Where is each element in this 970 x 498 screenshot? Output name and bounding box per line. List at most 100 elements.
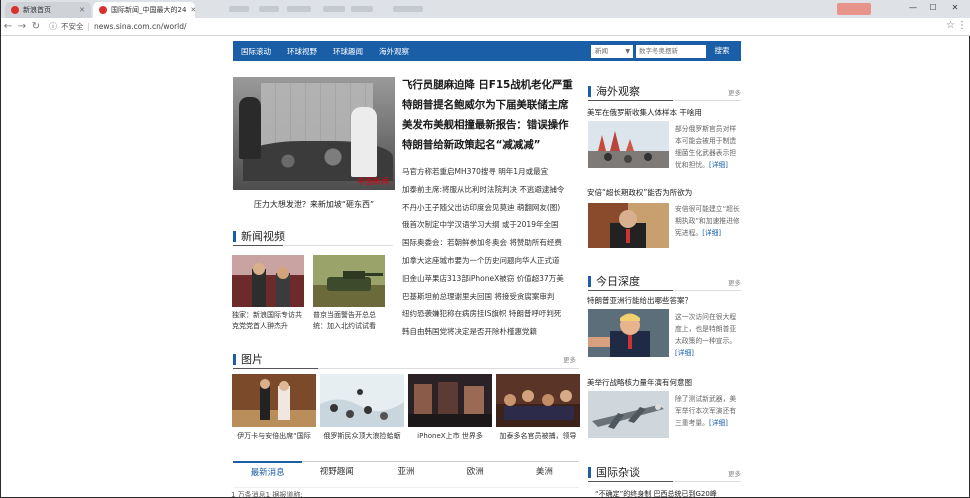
tab-sina-home[interactable]: 新浪首页 ✕ <box>5 2 91 18</box>
picture-thumbnail <box>408 374 492 427</box>
news-list-item[interactable]: 马官方称若重启MH370搜寻 明年1月或最宜 <box>402 163 582 181</box>
overseas-card[interactable]: 美军在俄罗斯收集人体样本 干啥用 部分俄罗斯官员对样本可能会被用于制造细菌生化武… <box>587 107 742 187</box>
blurred-tab[interactable] <box>259 6 279 12</box>
news-list-item[interactable]: 俄首次制定中学汉语学习大纲 或于2019年全国 <box>402 216 582 234</box>
tab-americas[interactable]: 美洲 <box>510 462 579 483</box>
picture-thumbnail <box>232 374 316 427</box>
tab-asia[interactable]: 亚洲 <box>371 462 440 483</box>
tab-latest[interactable]: 最新消息 <box>233 461 303 483</box>
blurred-tab[interactable] <box>323 6 345 12</box>
search-input[interactable] <box>636 45 706 58</box>
detail-link[interactable]: [详细] <box>709 419 728 427</box>
divider-accent <box>588 481 673 482</box>
news-list-item[interactable]: 国际奥委会：若朝鲜参加冬奥会 将赞助所有经费 <box>402 234 582 252</box>
divider-accent <box>588 290 673 291</box>
card-title[interactable]: 美军在俄罗斯收集人体样本 干啥用 <box>587 107 742 118</box>
more-link[interactable]: 更多 <box>728 277 741 287</box>
picture-thumbnail <box>496 374 580 427</box>
nav-item-overseas-watch[interactable]: 海外观察 <box>379 46 409 57</box>
search-button[interactable]: 搜索 <box>707 43 737 59</box>
more-link[interactable]: 更多 <box>728 87 741 97</box>
nav-item-global-view[interactable]: 环球视野 <box>287 46 317 57</box>
maximize-icon[interactable]: ☐ <box>925 2 941 14</box>
card-title[interactable]: 特朗普亚洲行能给出哪些答案？ <box>587 295 742 306</box>
video-section-header: 新闻视频 <box>233 228 285 244</box>
headline-item[interactable]: 飞行员腿麻迫降 日F15战机老化严重 <box>402 75 582 95</box>
card-thumbnail-image <box>588 121 669 168</box>
picture-caption[interactable]: 俄罗斯民众顶大浪捡蛤蛎 <box>320 431 404 441</box>
section-marker <box>588 275 591 287</box>
tab-world-news[interactable]: 国际新闻_中国最大的24 ✕ <box>93 2 195 18</box>
card-thumbnail[interactable] <box>588 391 669 438</box>
picture-card[interactable]: 伊万卡与安倍出席“国际 <box>232 374 316 441</box>
blurred-tab[interactable] <box>393 6 423 12</box>
card-thumbnail[interactable] <box>588 203 669 248</box>
forward-icon[interactable]: → <box>15 21 29 32</box>
overseas-card[interactable]: 安倍“超长期政权”能否为所欲为 安倍很可能建立“超长期执政”和加速推进修宪进程。… <box>587 187 742 267</box>
blurred-tab[interactable] <box>351 6 373 12</box>
menu-icon[interactable]: ⋮ <box>957 20 967 31</box>
headline-item[interactable]: 特朗普给新政策起名“减减减” <box>402 135 582 155</box>
detail-link[interactable]: [详细] <box>675 349 694 357</box>
security-label: 不安全 <box>61 22 84 31</box>
nav-item-international-scroll[interactable]: 国际滚动 <box>241 46 271 57</box>
picture-caption[interactable]: iPhoneX上市 世界多 <box>408 431 492 441</box>
more-link[interactable]: 更多 <box>563 354 576 364</box>
back-icon[interactable]: ← <box>1 21 15 32</box>
card-title[interactable]: 安倍“超长期政权”能否为所欲为 <box>587 187 742 198</box>
news-list-item[interactable]: 旧金山苹果店313部iPhoneX被窃 价值超37万美 <box>402 270 582 288</box>
blurred-tab[interactable] <box>229 6 249 12</box>
section-title: 今日深度 <box>596 275 640 288</box>
news-list-item[interactable]: 加拿大这座城市要为一个历史问题向华人正式道 <box>402 252 582 270</box>
user-profile-badge[interactable] <box>837 3 871 15</box>
card-thumbnail[interactable] <box>588 121 669 168</box>
news-list-item[interactable]: 加泰前主席:将服从比利时法院判决 不逃避逮捕令 <box>402 181 582 199</box>
picture-card[interactable]: 加泰多名官员被捕，领导 <box>496 374 580 441</box>
depth-card[interactable]: 美举行战略核力量年演有何意图 除了测试新武器，美军举行本次军演还有三重考量。[详… <box>587 377 742 457</box>
tab-europe[interactable]: 欧洲 <box>441 462 510 483</box>
info-icon[interactable]: ⓘ <box>49 21 57 32</box>
close-icon[interactable]: ✕ <box>186 6 195 14</box>
video-card[interactable]: 独家：新浪国际专访共克党党首人翀杰升 <box>232 255 304 332</box>
misc-first-item[interactable]: “不确定”的终身制 巴西总统已到G20峰 <box>595 489 717 498</box>
card-desc: 安倍很可能建立“超长期执政”和加速推进修宪进程。[详细] <box>675 203 741 239</box>
reload-icon[interactable]: ↻ <box>29 21 43 32</box>
news-list-item[interactable]: 韩自由韩国党将决定是否开除朴槿惠党籍 <box>402 323 582 341</box>
card-thumbnail-image <box>588 391 669 438</box>
news-list-item[interactable]: 不丹小王子随父出访印度会见莫迪 萌翻网友(图) <box>402 199 582 217</box>
tab-vision[interactable]: 视野趣闻 <box>302 462 371 483</box>
news-list-item[interactable]: 巴基斯坦前总理谢里夫回国 将接受贪腐案审判 <box>402 288 582 306</box>
picture-caption[interactable]: 伊万卡与安倍出席“国际 <box>232 431 316 441</box>
minimize-icon[interactable]: — <box>905 2 921 14</box>
news-list-item[interactable]: 纽约恐袭嫌犯称在病房挂IS旗帜 特朗普呼吁判死 <box>402 305 582 323</box>
card-thumbnail[interactable] <box>588 309 669 357</box>
url-text[interactable]: news.sina.com.cn/world/ <box>94 22 187 31</box>
hero-caption[interactable]: 压力大想发泄？来新加坡“砸东西” <box>233 199 395 210</box>
close-icon[interactable]: ✕ <box>75 6 85 14</box>
depth-card[interactable]: 特朗普亚洲行能给出哪些答案？ 这一次访问在很大程度上，也是特朗普亚太政策的一种宣… <box>587 295 742 375</box>
detail-link[interactable]: [详细] <box>702 229 721 237</box>
section-marker <box>588 85 591 97</box>
headline-item[interactable]: 美发布美舰相撞最新报告：错误操作 <box>402 115 582 135</box>
picture-card[interactable]: iPhoneX上市 世界多 <box>408 374 492 441</box>
more-link[interactable]: 更多 <box>728 468 741 478</box>
picture-card[interactable]: 俄罗斯民众顶大浪捡蛤蛎 <box>320 374 404 441</box>
bookmark-star-icon[interactable]: ☆ <box>946 20 955 31</box>
card-title[interactable]: 美举行战略核力量年演有何意图 <box>587 377 742 388</box>
headline-item[interactable]: 特朗普提名鲍威尔为下届美联储主席 <box>402 95 582 115</box>
picture-caption[interactable]: 加泰多名官员被捕，领导 <box>496 431 580 441</box>
nav-item-global-fun[interactable]: 环球趣闻 <box>333 46 363 57</box>
search-scope-select[interactable]: 新闻 ▼ <box>591 45 633 58</box>
blurred-tab[interactable] <box>287 6 311 12</box>
section-title: 新闻视频 <box>241 230 285 243</box>
video-caption[interactable]: 独家：新浪国际专访共克党党首人翀杰升 <box>232 310 304 332</box>
hero-image[interactable]: 中国新闻 <box>233 77 395 190</box>
section-title: 图片 <box>241 353 263 366</box>
truncated-text: 1 万条消息1 据报道称: <box>231 491 303 498</box>
video-caption[interactable]: 普京当面警告开总总统：加入北约试试看 <box>313 310 385 332</box>
url-field[interactable]: ⓘ 不安全 | news.sina.com.cn/world/ <box>49 20 939 34</box>
divider <box>588 100 741 101</box>
detail-link[interactable]: [详细] <box>709 161 728 169</box>
close-window-icon[interactable]: ✕ <box>947 2 963 14</box>
video-card[interactable]: 普京当面警告开总总统：加入北约试试看 <box>313 255 385 332</box>
